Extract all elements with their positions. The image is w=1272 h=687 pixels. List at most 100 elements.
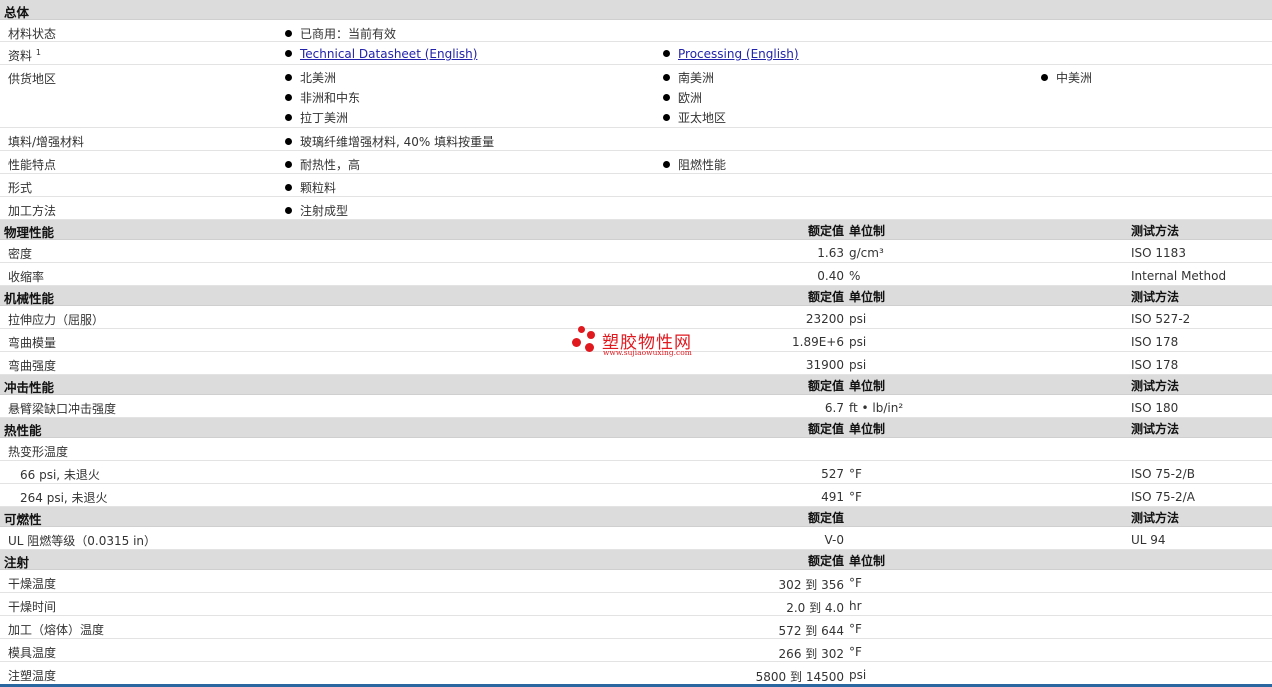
property-unit: °F bbox=[849, 645, 862, 659]
rated-column-header: 额定值 bbox=[807, 224, 844, 238]
test-column-header: 测试方法 bbox=[1131, 224, 1180, 238]
property-test-method: ISO 527-2 bbox=[1131, 312, 1191, 326]
bullet-icon bbox=[1041, 74, 1048, 81]
row-processing-method: 加工方法 注射成型 bbox=[0, 197, 1272, 220]
bullet-icon bbox=[285, 161, 292, 168]
property-row: 注塑温度 5800 到 14500 psi bbox=[0, 662, 1272, 685]
bullet-icon bbox=[285, 94, 292, 101]
row-label: 材料状态 bbox=[8, 27, 57, 41]
section-title: 机械性能 bbox=[4, 291, 55, 306]
property-test-method: ISO 75-2/A bbox=[1131, 490, 1195, 504]
row-label: 供货地区 bbox=[8, 72, 57, 86]
technical-datasheet-link[interactable]: Technical Datasheet (English) bbox=[300, 47, 477, 61]
bullet-icon bbox=[663, 94, 670, 101]
property-label: 注塑温度 bbox=[8, 669, 57, 683]
rated-column-header: 额定值 bbox=[807, 290, 844, 304]
unit-column-header: 单位制 bbox=[849, 379, 886, 393]
property-value: 491 bbox=[821, 490, 844, 504]
section-title: 总体 bbox=[4, 5, 30, 20]
property-unit: °F bbox=[849, 622, 862, 636]
property-row: 热变形温度 bbox=[0, 438, 1272, 461]
property-sections: 物理性能 额定值 单位制 测试方法 密度 1.63 g/cm³ ISO 1183 收缩率 0.40… bbox=[0, 220, 1272, 685]
unit-column-header: 单位制 bbox=[849, 422, 886, 436]
property-unit: g/cm³ bbox=[849, 246, 884, 260]
feature-item: 耐热性，高 bbox=[285, 156, 360, 173]
watermark-logo: 塑胶物性网 www.sujiaowuxing.com bbox=[572, 326, 712, 360]
section-header-flammability: 可燃性 额定值 测试方法 bbox=[0, 507, 1272, 527]
property-value: 5800 到 14500 bbox=[755, 670, 844, 684]
property-value: 302 到 356 bbox=[778, 578, 844, 592]
property-value: 31900 bbox=[805, 358, 844, 372]
row-form: 形式 颗粒料 bbox=[0, 174, 1272, 197]
property-row: 模具温度 266 到 302 °F bbox=[0, 639, 1272, 662]
property-label: 悬臂梁缺口冲击强度 bbox=[8, 402, 117, 416]
doc-item[interactable]: Processing (English) bbox=[663, 47, 799, 61]
feature-item: 阻燃性能 bbox=[663, 156, 726, 173]
property-label: 66 psi, 未退火 bbox=[20, 468, 100, 482]
test-column-header: 测试方法 bbox=[1131, 290, 1180, 304]
property-unit: °F bbox=[849, 490, 862, 504]
property-label: 264 psi, 未退火 bbox=[20, 491, 108, 505]
row-label: 加工方法 bbox=[8, 204, 57, 218]
property-test-method: UL 94 bbox=[1131, 533, 1166, 547]
property-row: 悬臂梁缺口冲击强度 6.7 ft • lb/in² ISO 180 bbox=[0, 395, 1272, 418]
status-item: 已商用：当前有效 bbox=[285, 25, 396, 42]
region-item: 南美洲 bbox=[663, 69, 714, 86]
region-item: 非洲和中东 bbox=[285, 89, 360, 106]
bullet-icon bbox=[285, 114, 292, 121]
section-title: 可燃性 bbox=[4, 512, 42, 527]
test-column-header: 测试方法 bbox=[1131, 379, 1180, 393]
processing-link[interactable]: Processing (English) bbox=[678, 47, 799, 61]
property-value: 2.0 到 4.0 bbox=[786, 601, 844, 615]
property-label: 干燥温度 bbox=[8, 577, 57, 591]
property-value: 23200 bbox=[805, 312, 844, 326]
method-item: 注射成型 bbox=[285, 202, 348, 219]
row-features: 性能特点 耐热性，高 阻燃性能 bbox=[0, 151, 1272, 174]
test-column-header: 测试方法 bbox=[1131, 422, 1180, 436]
property-row: 264 psi, 未退火 491 °F ISO 75-2/A bbox=[0, 484, 1272, 507]
bullet-icon bbox=[285, 207, 292, 214]
rated-column-header: 额定值 bbox=[807, 379, 844, 393]
region-item: 亚太地区 bbox=[663, 109, 726, 126]
bullet-icon bbox=[285, 50, 292, 57]
property-value: 6.7 bbox=[824, 401, 844, 415]
test-column-header: 测试方法 bbox=[1131, 511, 1180, 525]
section-header-impact: 冲击性能 额定值 单位制 测试方法 bbox=[0, 375, 1272, 395]
row-material-status: 材料状态 已商用：当前有效 bbox=[0, 20, 1272, 42]
bullet-icon bbox=[663, 50, 670, 57]
row-documents: 资料 1 Technical Datasheet (English) Proce… bbox=[0, 42, 1272, 65]
property-label: 弯曲模量 bbox=[8, 336, 57, 350]
property-row: 干燥温度 302 到 356 °F bbox=[0, 570, 1272, 593]
property-unit: hr bbox=[849, 599, 862, 613]
property-unit: °F bbox=[849, 576, 862, 590]
row-label: 性能特点 bbox=[8, 158, 57, 172]
bullet-icon bbox=[285, 30, 292, 37]
property-test-method: ISO 178 bbox=[1131, 358, 1179, 372]
section-title: 热性能 bbox=[4, 423, 42, 438]
section-header-physical: 物理性能 额定值 单位制 测试方法 bbox=[0, 220, 1272, 240]
rated-column-header: 额定值 bbox=[807, 422, 844, 436]
row-label: 填料/增强材料 bbox=[8, 135, 85, 149]
property-row: 干燥时间 2.0 到 4.0 hr bbox=[0, 593, 1272, 616]
property-unit: psi bbox=[849, 335, 867, 349]
section-title: 注射 bbox=[4, 555, 30, 570]
watermark-url: www.sujiaowuxing.com bbox=[603, 348, 692, 357]
property-label: UL 阻燃等级（0.0315 in） bbox=[8, 534, 157, 548]
property-unit: ft • lb/in² bbox=[849, 401, 904, 415]
section-header-thermal: 热性能 额定值 单位制 测试方法 bbox=[0, 418, 1272, 438]
rated-column-header: 额定值 bbox=[807, 511, 844, 525]
property-unit: psi bbox=[849, 668, 867, 682]
property-label: 收缩率 bbox=[8, 270, 45, 284]
property-row: UL 阻燃等级（0.0315 in） V-0 UL 94 bbox=[0, 527, 1272, 550]
filler-item: 玻璃纤维增强材料, 40% 填料按重量 bbox=[285, 133, 494, 150]
property-test-method: ISO 178 bbox=[1131, 335, 1179, 349]
property-label: 模具温度 bbox=[8, 646, 57, 660]
property-unit: °F bbox=[849, 467, 862, 481]
section-title: 物理性能 bbox=[4, 225, 55, 240]
form-item: 颗粒料 bbox=[285, 179, 336, 196]
property-row: 收缩率 0.40% Internal Method bbox=[0, 263, 1272, 286]
property-label: 密度 bbox=[8, 247, 33, 261]
doc-item[interactable]: Technical Datasheet (English) bbox=[285, 47, 477, 61]
unit-column-header: 单位制 bbox=[849, 224, 886, 238]
property-label: 拉伸应力（屈服） bbox=[8, 313, 105, 327]
